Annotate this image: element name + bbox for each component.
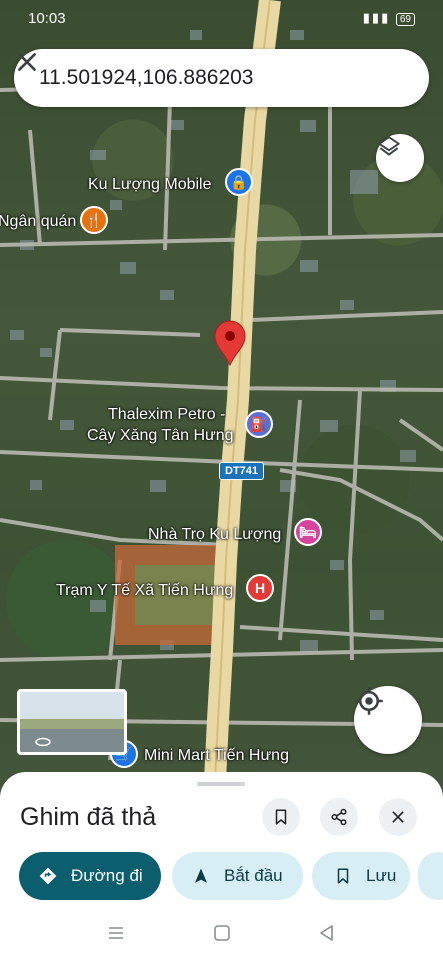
home-icon[interactable] — [212, 923, 232, 943]
bottom-sheet[interactable]: Ghim đã thả Đường đi Bắt đầu Lưu — [0, 772, 443, 960]
map-view[interactable]: 10:03 ▮▮▮ 69 11.501924,106.886203 Ku Lượ… — [0, 0, 443, 800]
poi-label-thalexim-1[interactable]: Thalexim Petro - — [108, 406, 225, 424]
share-button[interactable] — [320, 798, 358, 836]
layers-icon — [378, 136, 400, 156]
directions-button[interactable]: Đường đi — [19, 852, 161, 900]
poi-label-tram-y-te[interactable]: Trạm Y Tế Xã Tiến Hưng — [56, 582, 233, 600]
street-view-thumbnail[interactable] — [17, 689, 127, 755]
status-icons: ▮▮▮ 69 — [363, 10, 415, 26]
poi-label-ngan-quan[interactable]: Ngân quán — [0, 213, 76, 231]
map-roads — [0, 0, 443, 800]
navigation-arrow-icon — [190, 865, 212, 887]
battery-icon: 69 — [395, 13, 415, 26]
layers-button[interactable] — [376, 134, 424, 182]
save-button[interactable]: Lưu — [312, 852, 410, 900]
status-time: 10:03 — [28, 10, 66, 27]
my-location-button[interactable] — [354, 686, 422, 754]
close-icon[interactable] — [14, 49, 40, 75]
directions-label: Đường đi — [71, 866, 143, 885]
crosshair-icon — [355, 687, 383, 715]
rotate-360-icon — [35, 737, 51, 747]
close-sheet-button[interactable] — [379, 798, 417, 836]
poi-label-mini-mart[interactable]: Mini Mart Tiến Hưng — [144, 747, 289, 765]
start-label: Bắt đầu — [224, 866, 283, 885]
search-input[interactable]: 11.501924,106.886203 — [39, 66, 254, 90]
restaurant-icon[interactable]: 🍴 — [80, 206, 108, 234]
search-bar[interactable]: 11.501924,106.886203 — [14, 49, 429, 107]
directions-icon — [37, 865, 59, 887]
close-icon — [392, 811, 404, 823]
action-chips: Đường đi Bắt đầu Lưu — [0, 852, 443, 900]
poi-label-ku-luong-mobile[interactable]: Ku Lượng Mobile — [88, 176, 212, 194]
recent-apps-icon[interactable] — [106, 923, 126, 943]
start-button[interactable]: Bắt đầu — [172, 852, 303, 900]
system-nav-bar — [0, 905, 443, 960]
more-actions-chip[interactable] — [418, 852, 443, 900]
poi-label-thalexim-2[interactable]: Cây Xăng Tân Hưng — [87, 427, 234, 445]
bookmark-icon — [275, 809, 287, 825]
share-icon — [331, 808, 347, 826]
route-shield: DT741 — [219, 462, 265, 480]
poi-label-nha-tro[interactable]: Nhà Trọ Ku Lượng — [148, 526, 281, 544]
dropped-pin-icon[interactable] — [213, 320, 247, 366]
sheet-title: Ghim đã thả — [20, 803, 157, 831]
shopping-bag-icon[interactable]: 🔒 — [225, 168, 253, 196]
fuel-pump-icon[interactable]: ⛽ — [245, 410, 273, 438]
bed-icon[interactable]: 🛏 — [294, 518, 322, 546]
save-label: Lưu — [366, 866, 397, 885]
bookmark-button[interactable] — [262, 798, 300, 836]
hospital-icon[interactable]: H — [246, 574, 274, 602]
signal-icon: ▮▮▮ — [362, 10, 391, 25]
bookmark-icon — [332, 865, 354, 887]
status-bar: 10:03 ▮▮▮ 69 — [0, 0, 443, 38]
drag-handle[interactable] — [197, 782, 245, 786]
back-icon[interactable] — [317, 923, 337, 943]
